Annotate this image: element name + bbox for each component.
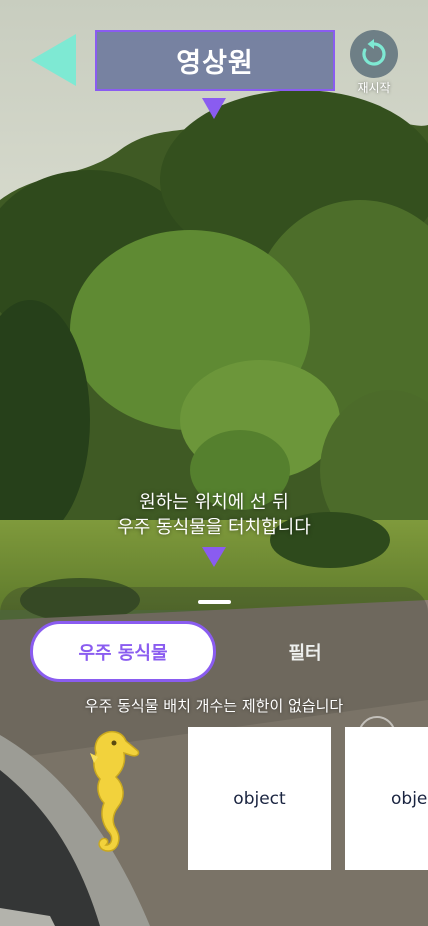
restart-icon-wrap <box>350 30 398 78</box>
back-arrow-icon <box>31 34 76 86</box>
seahorse-icon <box>90 730 140 852</box>
sheet-drag-handle[interactable] <box>198 600 231 604</box>
tab-filter[interactable]: 필터 <box>220 624 390 679</box>
hint-line-2: 우주 동식물을 터치합니다 <box>117 517 311 538</box>
title-pointer-icon <box>202 98 226 119</box>
location-title-box: 영상원 <box>95 30 335 91</box>
restart-label: 재시작 <box>357 81 391 95</box>
back-button[interactable] <box>30 33 78 87</box>
restart-icon <box>362 39 386 66</box>
bottom-sheet: 우주 동식물 필터 우주 동식물 배치 개수는 제한이 없습니다 object … <box>0 587 428 926</box>
page-title: 영상원 <box>176 48 254 79</box>
placement-limit-text: 우주 동식물 배치 개수는 제한이 없습니다 <box>84 697 344 715</box>
tab-space-creatures-label: 우주 동식물 <box>78 642 168 664</box>
hint-line-1: 원하는 위치에 선 뒤 <box>139 492 289 513</box>
object-card-2-label: object <box>391 788 428 809</box>
object-card-2[interactable]: object <box>345 727 428 870</box>
tab-filter-label: 필터 <box>288 642 322 664</box>
object-card-1[interactable]: object <box>188 727 331 870</box>
seahorse-item[interactable] <box>72 727 144 857</box>
tab-space-creatures[interactable]: 우주 동식물 <box>30 621 216 682</box>
object-card-1-label: object <box>233 788 286 809</box>
hint-pointer-icon <box>202 547 226 567</box>
restart-button[interactable]: 재시작 <box>349 30 399 96</box>
placement-hint: 원하는 위치에 선 뒤 우주 동식물을 터치합니다 <box>0 490 428 540</box>
